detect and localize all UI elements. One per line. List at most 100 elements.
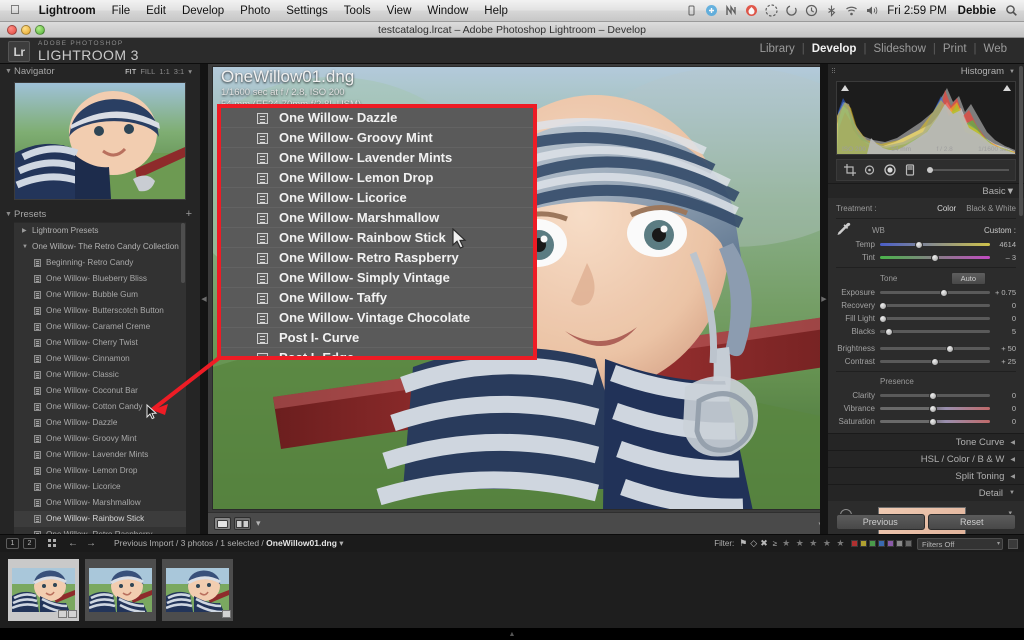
menu-edit[interactable]: Edit	[138, 0, 174, 22]
slider-exposure[interactable]: Exposure + 0.75	[836, 286, 1016, 299]
slider-track[interactable]	[880, 417, 990, 426]
back-arrow-icon[interactable]: ←	[68, 538, 78, 549]
callout-item[interactable]: One Willow- Rainbow Stick	[221, 228, 533, 248]
secondary-display-2-button[interactable]: 2	[23, 538, 36, 549]
thumb-badge-crop-icon[interactable]	[58, 610, 67, 618]
nav-mode-1-1[interactable]: 1:1	[159, 67, 169, 76]
menu-develop[interactable]: Develop	[174, 0, 232, 22]
menu-view[interactable]: View	[379, 0, 420, 22]
chevron-down-icon[interactable]: ▼	[5, 68, 12, 75]
menu-bar-clock[interactable]: Fri 2:59 PM	[885, 5, 948, 17]
secondary-display-1-button[interactable]: 1	[6, 538, 19, 549]
slider-track[interactable]	[880, 344, 990, 353]
list-item[interactable]: One Willow- Lemon Drop	[14, 463, 186, 479]
slider-temp[interactable]: Temp 4614	[836, 238, 1016, 251]
slider-track[interactable]	[879, 314, 990, 323]
preset-group-retro-candy[interactable]: ▼ One Willow- The Retro Candy Collection	[14, 239, 186, 255]
auto-tone-button[interactable]: Auto	[950, 272, 986, 285]
flame-icon[interactable]	[745, 4, 758, 17]
nav-mode-caret-icon[interactable]: ▾	[188, 67, 192, 76]
loupe-view-icon[interactable]	[214, 517, 231, 530]
chevron-right-icon[interactable]: ▶	[22, 223, 27, 239]
section-hsl-color-bw[interactable]: HSL / Color / B & W ◀	[828, 450, 1024, 467]
color-label-green[interactable]	[869, 540, 876, 547]
slider-knob[interactable]	[884, 327, 893, 336]
nav-mode-fit[interactable]: FIT	[125, 67, 136, 76]
filter-toggle-switch[interactable]	[1008, 538, 1018, 549]
sync-icon[interactable]	[785, 4, 798, 17]
list-item[interactable]: One Willow- Caramel Creme	[14, 319, 186, 335]
thumb-badge-develop-icon[interactable]	[68, 610, 77, 618]
bluetooth-sync-icon[interactable]	[705, 4, 718, 17]
slider-track[interactable]	[880, 404, 990, 413]
color-label-yellow[interactable]	[860, 540, 867, 547]
callout-item[interactable]: One Willow- Dazzle	[221, 108, 533, 128]
shadow-clipping-icon[interactable]	[841, 85, 849, 91]
menu-settings[interactable]: Settings	[278, 0, 336, 22]
list-item[interactable]: One Willow- Cotton Candy	[14, 399, 186, 415]
filmstrip-thumb-2[interactable]	[85, 559, 156, 621]
wb-preset-value[interactable]: Custom :	[984, 226, 1016, 235]
apple-logo-icon[interactable]: 	[0, 3, 31, 16]
previous-button[interactable]: Previous	[836, 514, 925, 530]
section-detail[interactable]: Detail ▼	[828, 484, 1024, 501]
flag-neutral-icon[interactable]: ◇	[750, 538, 757, 549]
slider-track[interactable]	[880, 391, 990, 400]
chevron-down-icon[interactable]: ▼	[1006, 186, 1015, 197]
breadcrumb-caret-icon[interactable]: ▾	[339, 538, 343, 548]
wifi-icon[interactable]	[845, 4, 858, 17]
lightroom-logo-icon[interactable]: Lr	[8, 41, 30, 62]
right-panel-scrollbar[interactable]	[1019, 66, 1023, 216]
callout-item[interactable]: One Willow- Simply Vintage	[221, 268, 533, 288]
slider-saturation[interactable]: Saturation 0	[836, 415, 1016, 428]
thumb-badge-develop-icon[interactable]	[222, 610, 231, 618]
preset-group-lightroom[interactable]: ▶ Lightroom Presets	[14, 223, 186, 239]
list-item[interactable]: One Willow- Dazzle	[14, 415, 186, 431]
list-item[interactable]: One Willow- Lavender Mints	[14, 447, 186, 463]
eyedropper-icon[interactable]	[836, 222, 854, 238]
slider-track[interactable]	[880, 240, 990, 249]
histogram-header[interactable]: Histogram ▼	[828, 64, 1024, 79]
chevron-down-icon[interactable]: ▼	[22, 239, 28, 255]
slider-knob[interactable]	[939, 288, 948, 297]
slider-vibrance[interactable]: Vibrance 0	[836, 402, 1016, 415]
chevron-left-icon[interactable]: ◀	[1010, 473, 1015, 480]
menu-window[interactable]: Window	[419, 0, 476, 22]
filmstrip-thumb-3[interactable]	[162, 559, 233, 621]
bluetooth-icon[interactable]	[825, 4, 838, 17]
flag-reject-icon[interactable]: ✖	[760, 538, 768, 549]
callout-item[interactable]: Post I- Edge	[221, 348, 533, 356]
before-after-icon[interactable]	[234, 517, 251, 530]
list-item[interactable]: One Willow- Blueberry Bliss	[14, 271, 186, 287]
slider-knob[interactable]	[931, 253, 939, 262]
slider-knob[interactable]	[928, 417, 937, 426]
breadcrumb[interactable]: Previous Import / 3 photos / 1 selected …	[114, 538, 344, 549]
callout-item[interactable]: One Willow- Taffy	[221, 288, 533, 308]
treatment-color-option[interactable]: Color	[937, 204, 956, 213]
battery-icon[interactable]	[685, 4, 698, 17]
callout-item[interactable]: One Willow- Lemon Drop	[221, 168, 533, 188]
forward-arrow-icon[interactable]: →	[86, 538, 96, 549]
module-slideshow[interactable]: Slideshow	[866, 43, 932, 55]
slider-knob[interactable]	[928, 391, 937, 400]
slider-tint[interactable]: Tint – 3	[836, 251, 1016, 264]
list-item[interactable]: One Willow- Butterscotch Button	[14, 303, 186, 319]
color-label-gray[interactable]	[896, 540, 903, 547]
rating-stars[interactable]: ★ ★ ★ ★ ★	[782, 538, 846, 549]
filter-preset-select[interactable]: Filters Off ▾	[917, 537, 1003, 550]
list-item[interactable]: One Willow- Licorice	[14, 479, 186, 495]
module-develop[interactable]: Develop	[805, 43, 864, 55]
list-item[interactable]: One Willow- Cinnamon	[14, 351, 186, 367]
callout-item[interactable]: One Willow- Lavender Mints	[221, 148, 533, 168]
list-item-selected[interactable]: One Willow- Rainbow Stick	[14, 511, 186, 527]
presets-scrollbar[interactable]	[181, 223, 185, 283]
menu-lightroom[interactable]: Lightroom	[31, 0, 104, 22]
add-preset-button[interactable]: +	[186, 208, 192, 220]
slider-track[interactable]	[880, 327, 990, 336]
section-split-toning[interactable]: Split Toning ◀	[828, 467, 1024, 484]
slider-clarity[interactable]: Clarity 0	[836, 389, 1016, 402]
crop-overlay-icon[interactable]	[843, 164, 856, 177]
slider-recovery[interactable]: Recovery 0	[836, 299, 1016, 312]
basic-header[interactable]: Basic ▼	[828, 183, 1024, 198]
slider-blacks[interactable]: Blacks 5	[836, 325, 1016, 338]
